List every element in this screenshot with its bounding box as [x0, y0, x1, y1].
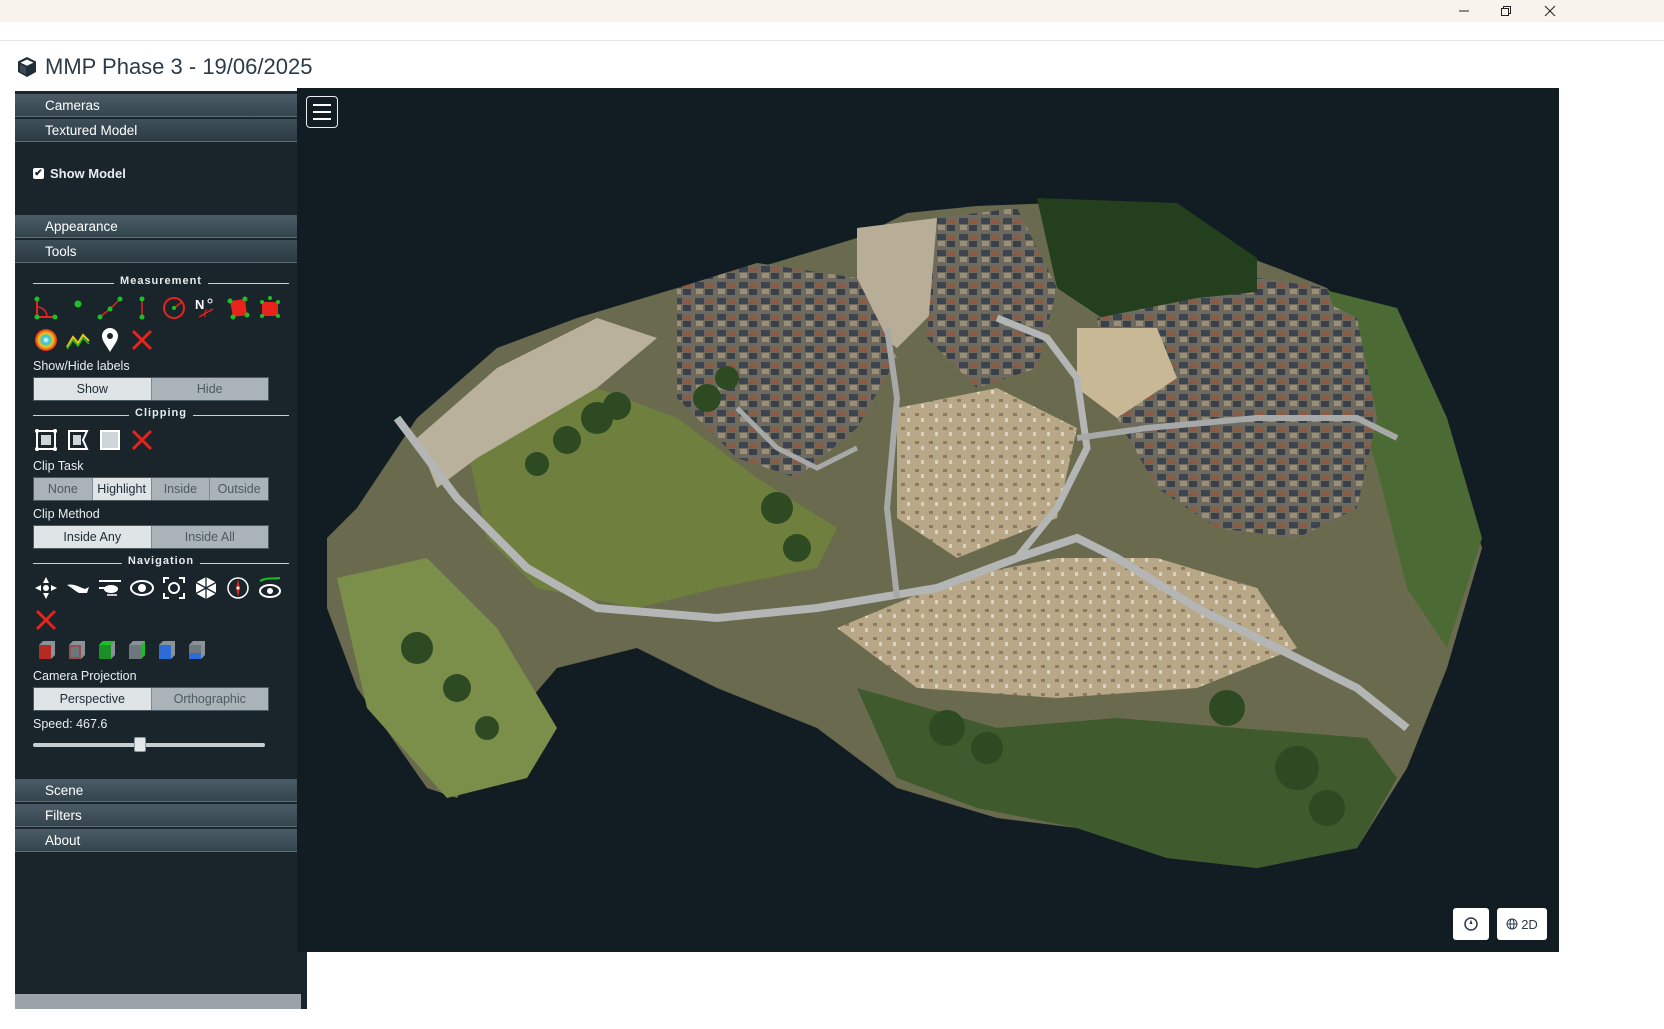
height-measure-icon[interactable] [129, 295, 155, 321]
measurement-title: Measurement [114, 275, 208, 287]
window-titlebar [0, 0, 1664, 22]
svg-text:N: N [195, 297, 204, 312]
mode-2d-button[interactable]: 2D [1497, 908, 1547, 940]
show-labels-button[interactable]: Show [34, 378, 152, 400]
minimize-icon[interactable] [1441, 0, 1487, 22]
front-view-icon[interactable] [63, 637, 89, 663]
sphere-volume-icon[interactable] [33, 327, 59, 353]
angle-measure-icon[interactable] [33, 295, 59, 321]
show-model-toggle[interactable]: ✔ Show Model [33, 166, 289, 181]
sidebar-horizontal-scrollbar[interactable] [15, 994, 301, 1009]
clip-method-inside-any[interactable]: Inside Any [34, 526, 152, 548]
section-textured-model[interactable]: Textured Model [15, 119, 307, 142]
clip-method-options: Inside Any Inside All [33, 525, 269, 549]
back-view-icon[interactable] [123, 637, 149, 663]
header-divider [0, 40, 1664, 41]
hamburger-menu-icon[interactable] [306, 96, 338, 128]
right-view-icon[interactable] [153, 637, 179, 663]
point-measure-icon[interactable] [65, 295, 91, 321]
remove-icon[interactable] [33, 607, 59, 633]
cube-icon [18, 57, 36, 77]
section-about[interactable]: About [15, 829, 307, 852]
aerial-site-model [327, 198, 1482, 868]
clip-screen-icon[interactable] [97, 427, 123, 453]
clip-volume-icon[interactable] [33, 427, 59, 453]
measurement-tools: N [33, 295, 289, 353]
annotation-pin-icon[interactable] [97, 327, 123, 353]
speed-label: Speed: 467.6 [33, 717, 108, 731]
show-model-label: Show Model [50, 166, 126, 181]
clip-task-none[interactable]: None [34, 478, 93, 500]
azimuth-measure-icon[interactable]: N [193, 295, 219, 321]
remove-measurements-icon[interactable] [129, 327, 155, 353]
bottom-view-icon[interactable] [183, 637, 209, 663]
remove-clipping-icon[interactable] [129, 427, 155, 453]
hide-labels-button[interactable]: Hide [151, 378, 268, 400]
left-view-icon[interactable] [33, 637, 59, 663]
navigation-title: Navigation [121, 555, 201, 567]
tools-panel: Measurement N Show/Hide labels Show Hide… [15, 265, 307, 761]
show-model-checkbox[interactable]: ✔ [33, 168, 44, 179]
clipping-divider: Clipping [33, 407, 289, 423]
speed-slider-track [33, 743, 265, 747]
compass-icon[interactable] [225, 575, 251, 601]
sidebar: Cameras Textured Model ✔ Show Model Appe… [15, 91, 307, 1009]
globe-icon [1506, 918, 1518, 930]
section-cameras[interactable]: Cameras [15, 94, 307, 117]
north-arrow-icon [1464, 917, 1478, 931]
clip-task-outside[interactable]: Outside [210, 478, 268, 500]
navigation-divider: Navigation [33, 555, 289, 571]
earth-control-icon[interactable] [33, 575, 59, 601]
clip-method-title: Clip Method [33, 507, 100, 521]
restore-icon[interactable] [1483, 0, 1529, 22]
page-title: MMP Phase 3 - 19/06/2025 [15, 52, 312, 82]
sidebar-scroll-corner [308, 994, 314, 1009]
full-extent-icon[interactable] [193, 575, 219, 601]
north-arrow-button[interactable] [1453, 908, 1489, 940]
model-viewer[interactable]: 2D [297, 88, 1559, 952]
section-filters[interactable]: Filters [15, 804, 307, 827]
speed-slider-thumb[interactable] [134, 737, 147, 752]
helicopter-control-icon[interactable] [97, 575, 123, 601]
clipping-title: Clipping [129, 407, 193, 419]
clip-task-highlight[interactable]: Highlight [92, 478, 152, 500]
clip-task-title: Clip Task [33, 459, 84, 473]
projection-orthographic[interactable]: Orthographic [151, 688, 268, 710]
top-view-icon[interactable] [93, 637, 119, 663]
projection-options: Perspective Orthographic [33, 687, 269, 711]
close-icon[interactable] [1527, 0, 1573, 22]
view-tools [33, 637, 289, 663]
projection-perspective[interactable]: Perspective [34, 688, 152, 710]
section-scene[interactable]: Scene [15, 779, 307, 802]
speed-slider[interactable] [33, 737, 265, 753]
mode-2d-label: 2D [1521, 916, 1538, 932]
fly-control-icon[interactable] [65, 575, 91, 601]
circle-measure-icon[interactable] [161, 295, 187, 321]
focus-icon[interactable] [161, 575, 187, 601]
projection-title: Camera Projection [33, 669, 137, 683]
area-measure-icon[interactable] [225, 295, 251, 321]
profile-measure-icon[interactable] [65, 327, 91, 353]
measurement-divider: Measurement [33, 275, 289, 291]
volume-measure-icon[interactable] [257, 295, 283, 321]
textured-model-panel: ✔ Show Model [15, 144, 307, 215]
camera-animation-icon[interactable] [257, 575, 283, 601]
navigation-tools [33, 575, 289, 633]
clipping-tools [33, 427, 289, 453]
orbit-control-icon[interactable] [129, 575, 155, 601]
distance-measure-icon[interactable] [97, 295, 123, 321]
clip-polygon-icon[interactable] [65, 427, 91, 453]
section-tools[interactable]: Tools [15, 240, 307, 263]
app-title-text: MMP Phase 3 - 19/06/2025 [45, 54, 313, 79]
clip-method-inside-all[interactable]: Inside All [151, 526, 268, 548]
clip-task-options: None Highlight Inside Outside [33, 477, 269, 501]
labels-toggle: Show Hide [33, 377, 269, 401]
section-appearance[interactable]: Appearance [15, 215, 307, 238]
labels-title: Show/Hide labels [33, 359, 130, 373]
clip-task-inside[interactable]: Inside [151, 478, 211, 500]
